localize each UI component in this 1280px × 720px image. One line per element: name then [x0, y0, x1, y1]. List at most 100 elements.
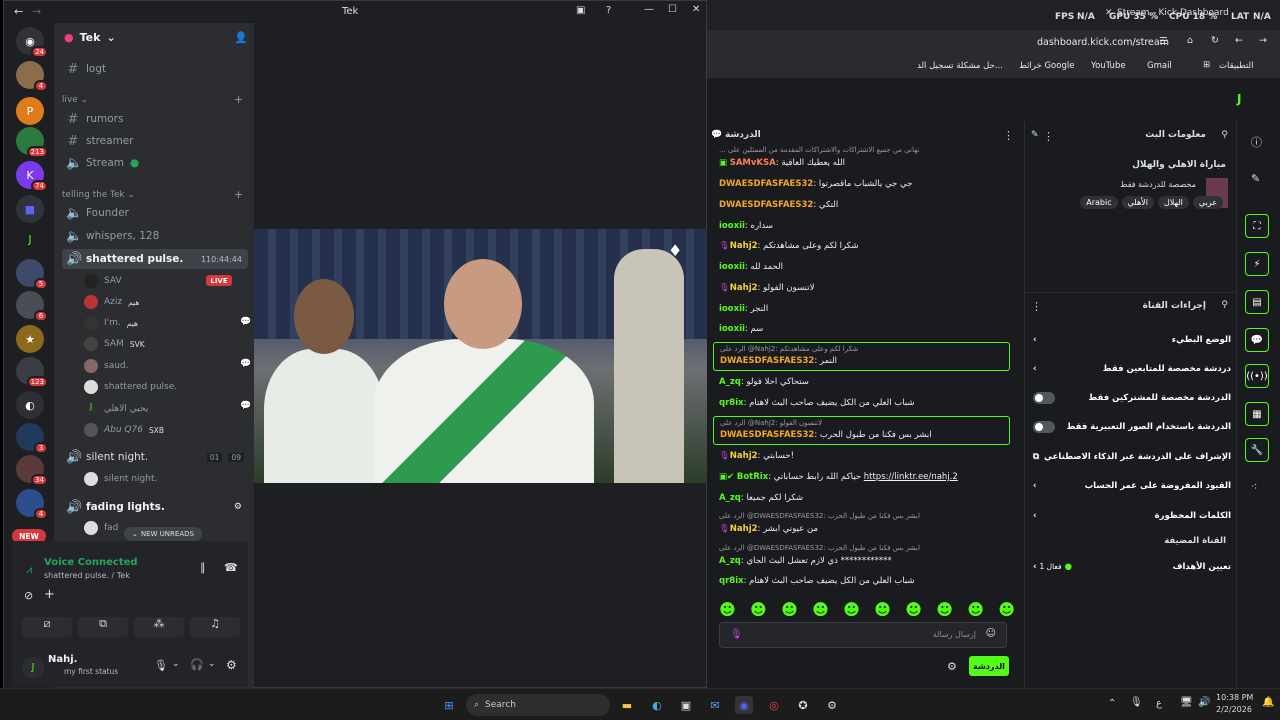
chat-username[interactable]: iooxii: [719, 262, 745, 272]
discord-icon[interactable]: ◉: [735, 696, 753, 714]
bookmark-item[interactable]: حل مشكلة تسجيل الد...: [917, 61, 1003, 71]
action-ai-moderation[interactable]: ⧉ الإشراف على الدردشة عبر الذكاء الاصطناع…: [1033, 446, 1231, 468]
volume-icon[interactable]: 🔊: [1198, 697, 1210, 708]
chat-username[interactable]: Nahj2: [730, 451, 758, 461]
language-indicator[interactable]: ع: [1156, 698, 1162, 709]
back-arrow-icon[interactable]: ←: [14, 5, 23, 18]
stream-video[interactable]: ♦: [254, 229, 708, 483]
store-icon[interactable]: ▣: [677, 696, 695, 714]
reply-reference[interactable]: الرد على @DWAESDFASFAES32: ابشر بس فكنا …: [719, 512, 1015, 520]
settings-gear-icon[interactable]: ⚙: [234, 502, 242, 512]
screen-share-button[interactable]: ⧉: [78, 617, 128, 637]
chevron-up-icon[interactable]: ⌃: [1108, 698, 1116, 709]
broadcast-icon[interactable]: ((•)): [1245, 364, 1269, 388]
voice-user[interactable]: SAV: [84, 271, 122, 291]
more-options-icon[interactable]: ⋮: [1031, 300, 1042, 313]
direct-messages-icon[interactable]: ◉ 24: [16, 27, 48, 58]
action-followers-only[interactable]: ‹ دردشة مخصصة للمتابعين فقط: [1033, 358, 1231, 380]
activities-button[interactable]: ⁂: [134, 617, 184, 637]
apps-grid-icon[interactable]: ⊞: [1203, 60, 1210, 70]
voice-user[interactable]: J يحيي الاهلي: [84, 399, 148, 419]
channel-logt[interactable]: # logt: [62, 59, 248, 79]
network-icon[interactable]: 🖥: [1180, 697, 1193, 708]
chat-username[interactable]: Nahj2: [730, 524, 758, 534]
avatar[interactable]: J: [22, 657, 44, 679]
voice-user[interactable]: silent night.: [84, 469, 157, 489]
chat-username[interactable]: DWAESDFASFAES32: [720, 356, 814, 366]
action-slow-mode[interactable]: ‹ الوضع البطيء: [1033, 329, 1231, 351]
reload-icon[interactable]: ↻: [1211, 35, 1219, 46]
settings-gear-icon[interactable]: ⚙: [947, 660, 957, 673]
edit-icon[interactable]: ✎: [1251, 172, 1260, 185]
settings-gear-icon[interactable]: ⚙: [226, 658, 237, 672]
bookmark-item[interactable]: التطبيقات: [1219, 61, 1254, 71]
channel-fading-lights[interactable]: 🔊 fading lights. ⚙: [62, 497, 248, 517]
app-icon[interactable]: ✪: [794, 696, 812, 714]
server-icon[interactable]: K 74: [16, 161, 48, 192]
more-options-icon[interactable]: ⋮: [1043, 130, 1054, 143]
category-live[interactable]: live ⌄: [62, 95, 88, 105]
wrench-icon[interactable]: 🔧: [1245, 438, 1269, 462]
reply-reference[interactable]: الرد على @DWAESDFASFAES32: ابشر بس فكنا …: [719, 544, 1015, 552]
lightning-icon[interactable]: ⚡: [1245, 252, 1269, 276]
voice-user[interactable]: Aziz هيم: [84, 292, 139, 312]
chat-username[interactable]: iooxii: [719, 304, 745, 314]
channel-whispers[interactable]: 🔈 whispers, 128: [62, 226, 248, 246]
kick-logo-icon[interactable]: J: [1237, 92, 1241, 106]
action-banned-words[interactable]: ‹ الكلمات المحظورة: [1033, 505, 1231, 527]
toggle-switch[interactable]: [1033, 421, 1055, 433]
emote-icon[interactable]: ☻: [781, 600, 798, 619]
server-icon[interactable]: 123: [16, 357, 48, 388]
new-unreads-pill[interactable]: ⌄ NEW UNREADS: [124, 527, 202, 541]
chat-username[interactable]: SAMvKSA: [730, 158, 776, 168]
clock-date[interactable]: 2/2/2026: [1216, 705, 1252, 714]
search-box[interactable]: ⌕ Search: [466, 694, 610, 716]
bookmark-item[interactable]: Gmail: [1147, 61, 1172, 71]
server-icon[interactable]: P: [16, 97, 44, 125]
url-field[interactable]: dashboard.kick.com/stream: [1037, 37, 1169, 48]
chat-username[interactable]: iooxii: [719, 221, 745, 231]
chat-username[interactable]: DWAESDFASFAES32: [720, 430, 814, 440]
disconnect-icon[interactable]: ☎: [224, 561, 238, 574]
chat-username[interactable]: qr8ix: [719, 576, 744, 586]
server-icon[interactable]: 213: [16, 127, 48, 158]
clipboard-icon[interactable]: ▤: [1245, 290, 1269, 314]
server-icon[interactable]: 5: [16, 259, 48, 290]
more-options-icon[interactable]: ⋮: [1003, 129, 1014, 142]
channel-shattered-pulse[interactable]: 🔊 shattered pulse. 110:44:44: [62, 249, 248, 269]
forward-arrow-icon[interactable]: →: [32, 5, 41, 18]
chat-username[interactable]: BotRix: [737, 472, 768, 482]
action-account-age[interactable]: ‹ القيود المفروضة على عمر الحساب: [1033, 475, 1231, 497]
server-header[interactable]: ● Tek ⌄: [64, 31, 116, 44]
chevron-down-icon[interactable]: ⌄: [208, 659, 216, 669]
back-arrow-icon[interactable]: ←: [1235, 35, 1243, 46]
server-icon[interactable]: J: [16, 225, 44, 253]
chat-username[interactable]: DWAESDFASFAES32: [719, 200, 813, 210]
emote-icon[interactable]: ☻: [719, 600, 736, 619]
server-icon[interactable]: 4: [16, 61, 48, 92]
channel-streamer[interactable]: # streamer: [62, 131, 248, 151]
action-set-goals[interactable]: ‹ فعال 1 ● تعيين الأهداف: [1033, 556, 1231, 578]
emote-icon[interactable]: ☻: [967, 600, 984, 619]
voice-location[interactable]: shattered pulse. / Tek: [44, 571, 130, 580]
notification-icon[interactable]: 🔔: [1262, 697, 1274, 708]
clock-time[interactable]: 10:38 PM: [1216, 693, 1253, 702]
voice-user[interactable]: shattered pulse.: [84, 377, 177, 397]
forward-arrow-icon[interactable]: →: [1259, 35, 1267, 46]
minimize-icon[interactable]: —: [644, 4, 654, 15]
channel-rumors[interactable]: # rumors: [62, 109, 248, 129]
add-member-icon[interactable]: 👤: [234, 31, 248, 44]
home-icon[interactable]: ⌂: [1187, 35, 1193, 46]
microphone-icon[interactable]: 🎙: [154, 659, 168, 672]
emoji-icon[interactable]: ☺: [986, 628, 996, 639]
emote-icon[interactable]: ☻: [936, 600, 953, 619]
bookmark-item[interactable]: خرائط Google: [1019, 61, 1074, 71]
chat-username[interactable]: DWAESDFASFAES32: [719, 179, 813, 189]
add-icon[interactable]: +: [44, 587, 55, 602]
edge-icon[interactable]: ◐: [648, 696, 666, 714]
file-explorer-icon[interactable]: ▬: [618, 696, 636, 714]
server-icon[interactable]: 3: [16, 423, 48, 454]
channel-founder[interactable]: 🔈 Founder: [62, 203, 248, 223]
chat-username[interactable]: iooxii: [719, 324, 745, 334]
emote-icon[interactable]: ☻: [905, 600, 922, 619]
